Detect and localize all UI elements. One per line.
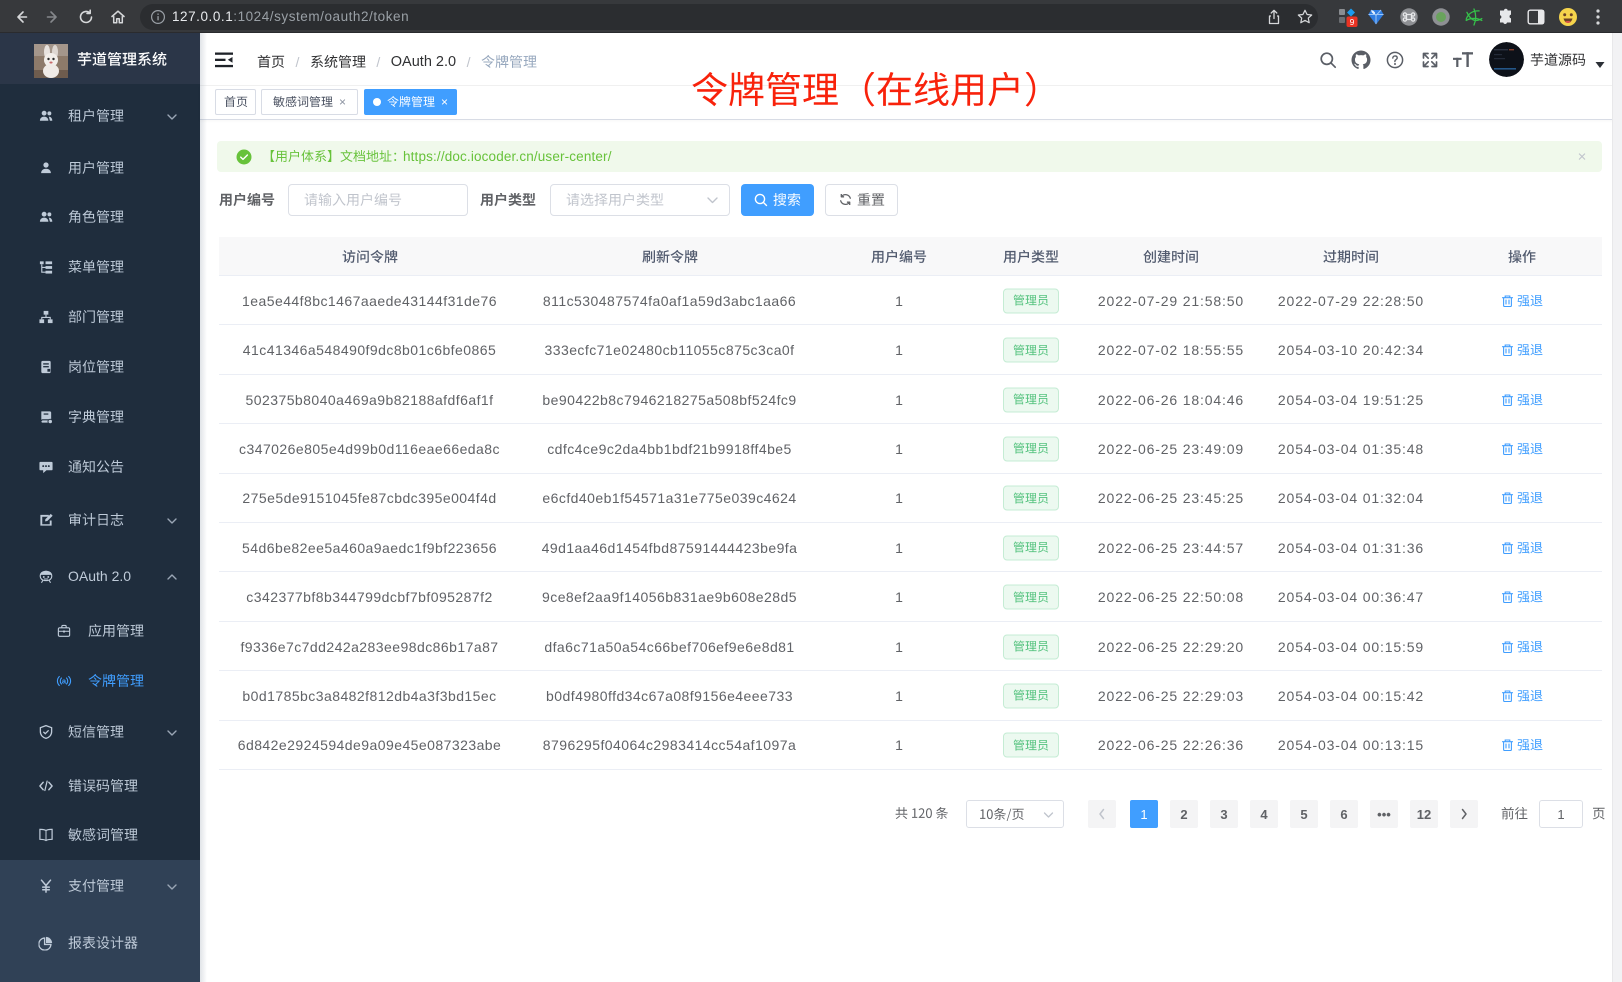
svg-text:9: 9 — [1350, 17, 1355, 27]
